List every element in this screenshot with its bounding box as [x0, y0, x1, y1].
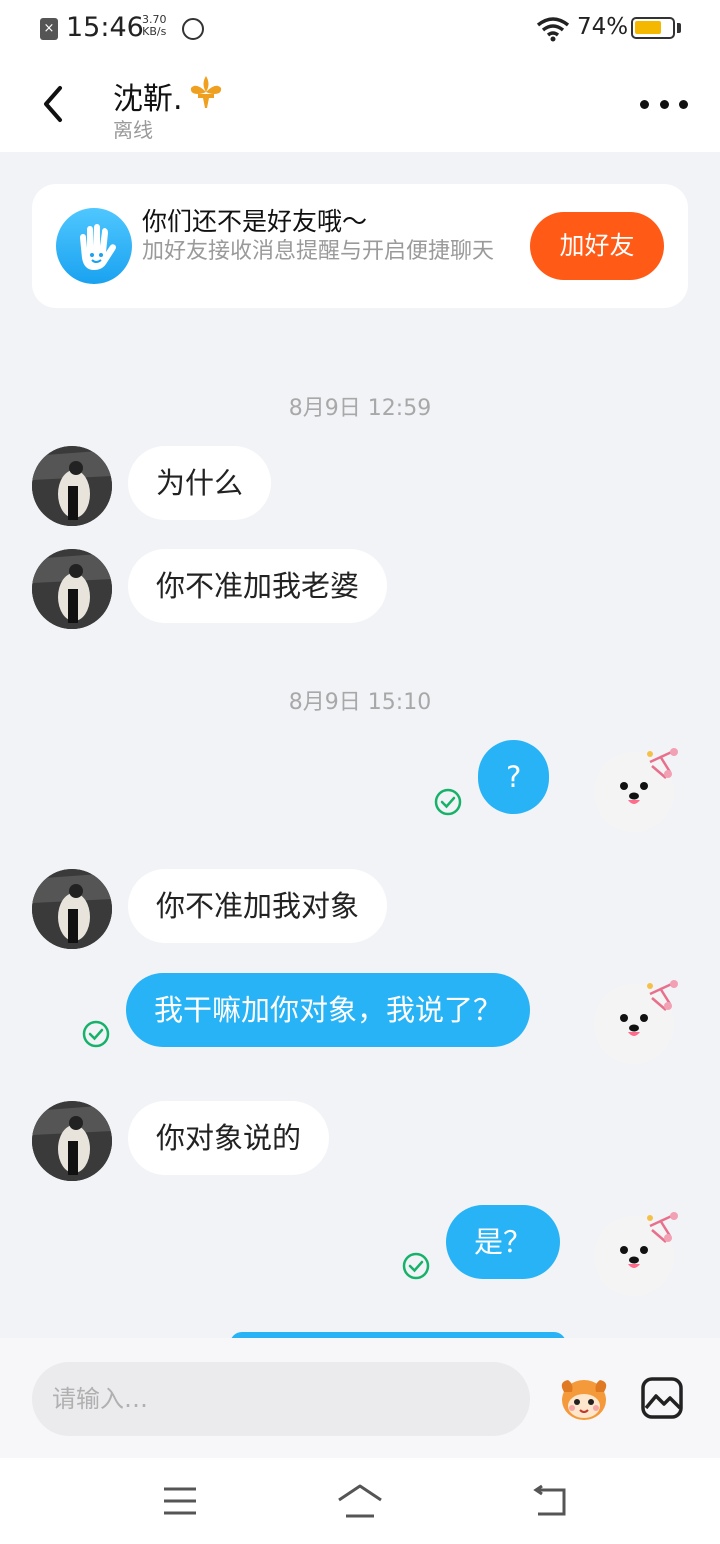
friend-request-card: 你们还不是好友哦～ 加好友接收消息提醒与开启便捷聊天 加好友	[32, 184, 688, 308]
emoji-sticker-icon[interactable]	[554, 1368, 614, 1428]
wifi-icon	[536, 17, 570, 42]
battery-tip	[677, 23, 681, 33]
message-bubble-outgoing[interactable]: 我干嘛加你对象，我说了？	[126, 973, 531, 1047]
contact-avatar[interactable]	[32, 549, 112, 629]
system-nav-bar	[0, 1458, 720, 1544]
home-icon[interactable]	[336, 1482, 384, 1520]
menu-icon[interactable]	[162, 1486, 198, 1516]
card-description: 加好友接收消息提醒与开启便捷聊天	[142, 239, 495, 264]
read-check-icon	[82, 1020, 110, 1048]
self-avatar[interactable]	[590, 1206, 686, 1302]
battery-fill	[635, 21, 661, 34]
message-bubble-incoming[interactable]: 为什么	[128, 446, 272, 520]
contact-status: 离线	[113, 118, 153, 142]
back-arrow-icon[interactable]	[530, 1484, 568, 1518]
notification-icon: ×	[40, 18, 58, 40]
contact-name[interactable]: 沈靳.	[113, 74, 183, 118]
message-bubble-incoming[interactable]: 你不准加我老婆	[128, 549, 388, 623]
hand-wave-icon	[56, 208, 132, 284]
status-bar: × 15:46 3.70 KB/s 74%	[0, 0, 720, 58]
sync-icon	[182, 18, 204, 40]
read-check-icon	[434, 788, 462, 816]
contact-avatar[interactable]	[32, 446, 112, 526]
network-speed-unit: KB/s	[142, 25, 167, 38]
card-title: 你们还不是好友哦～	[142, 207, 368, 236]
self-avatar[interactable]	[590, 974, 686, 1070]
image-icon[interactable]	[640, 1376, 684, 1420]
status-time: 15:46	[66, 12, 144, 43]
more-dots-icon[interactable]	[640, 92, 688, 116]
chat-header: 沈靳. 离线	[0, 58, 720, 152]
message-input[interactable]	[32, 1362, 530, 1436]
network-speed: 3.70 KB/s	[142, 14, 167, 38]
battery-icon	[631, 17, 675, 39]
message-bubble-outgoing[interactable]: ?	[478, 740, 550, 814]
contact-avatar[interactable]	[32, 1101, 112, 1181]
add-friend-button[interactable]: 加好友	[530, 212, 664, 280]
contact-avatar[interactable]	[32, 869, 112, 949]
timestamp: 8月9日 12:59	[288, 396, 432, 421]
input-bar	[0, 1338, 720, 1458]
read-check-icon	[402, 1252, 430, 1280]
timestamp: 8月9日 15:10	[288, 690, 432, 715]
chevron-left-icon[interactable]	[34, 82, 74, 126]
message-bubble-incoming[interactable]: 你不准加我对象	[128, 869, 388, 943]
message-bubble-outgoing[interactable]: 是？	[446, 1205, 561, 1279]
message-bubble-incoming[interactable]: 你对象说的	[128, 1101, 330, 1175]
fleur-de-lis-icon	[190, 76, 222, 108]
battery-percent: 74%	[577, 14, 629, 40]
self-avatar[interactable]	[590, 742, 686, 838]
